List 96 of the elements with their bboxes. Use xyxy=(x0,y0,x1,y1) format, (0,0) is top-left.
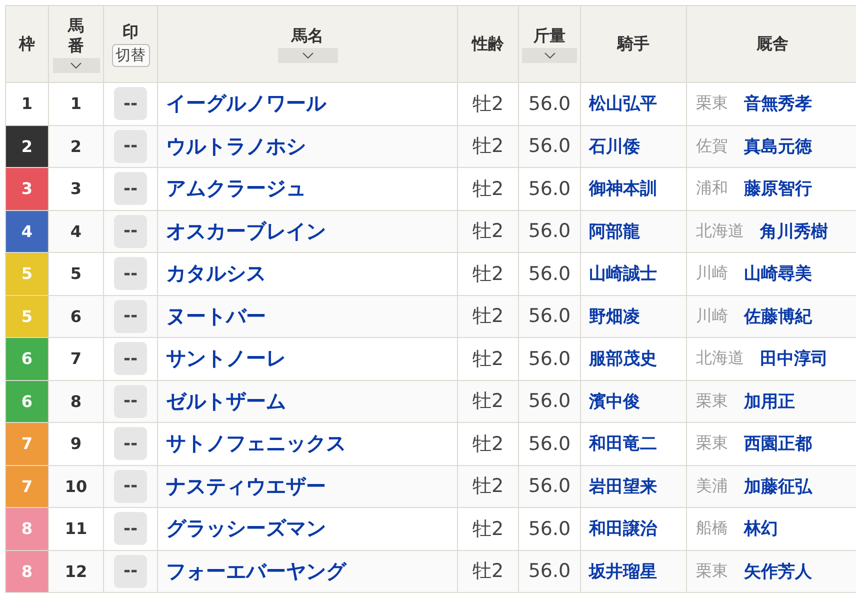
sex-age: 牡2 xyxy=(458,550,518,592)
frame-number: 1 xyxy=(6,82,48,125)
frame-number: 6 xyxy=(6,380,48,422)
trainer-name[interactable]: 音無秀孝 xyxy=(744,92,812,116)
sex-age: 牡2 xyxy=(458,252,518,295)
jockey-name[interactable]: 松山弘平 xyxy=(580,82,686,125)
sort-button[interactable] xyxy=(52,58,100,72)
trainer-name[interactable]: 加用正 xyxy=(744,390,795,413)
frame-number: 5 xyxy=(6,295,48,338)
sex-age: 牡2 xyxy=(458,338,518,380)
horse-number: 1 xyxy=(48,82,104,125)
column-header: 馬名 xyxy=(292,24,324,46)
horse-number: 9 xyxy=(48,422,104,465)
mark-button[interactable]: -- xyxy=(114,130,147,163)
horse-name[interactable]: サトノフェニックス xyxy=(158,422,458,465)
trainer-name[interactable]: 加藤征弘 xyxy=(744,474,812,498)
mark-button[interactable]: -- xyxy=(114,427,147,460)
mark-button[interactable]: -- xyxy=(114,172,147,206)
horse-number: 5 xyxy=(48,252,104,295)
jockey-name[interactable]: 坂井瑠星 xyxy=(580,550,686,592)
weight: 56.0 xyxy=(518,508,580,550)
sex-age: 牡2 xyxy=(458,422,518,465)
weight: 56.0 xyxy=(518,338,580,380)
horse-name[interactable]: グラッシーズマン xyxy=(158,508,458,550)
mark-button[interactable]: -- xyxy=(114,554,147,588)
trainer-name[interactable]: 西園正都 xyxy=(744,432,812,456)
trainer-region: 栗東 xyxy=(696,390,728,412)
frame-number: 2 xyxy=(6,125,48,168)
column-header: 斤量 xyxy=(534,24,566,46)
frame-number: 5 xyxy=(6,252,48,295)
weight: 56.0 xyxy=(518,550,580,592)
jockey-name[interactable]: 御神本訓 xyxy=(580,168,686,210)
trainer-name[interactable]: 藤原智行 xyxy=(744,177,812,200)
trainer-region: 栗東 xyxy=(696,560,728,582)
mark-button[interactable]: -- xyxy=(114,470,147,503)
horse-name[interactable]: サントノーレ xyxy=(158,338,458,380)
trainer-name[interactable]: 田中淳司 xyxy=(760,347,828,370)
trainer-name[interactable]: 林幻 xyxy=(744,517,778,540)
caret-icon xyxy=(70,62,82,68)
mark-button[interactable]: -- xyxy=(114,512,147,546)
mark-button[interactable]: -- xyxy=(114,300,147,333)
trainer-name[interactable]: 佐藤博紀 xyxy=(744,304,812,328)
jockey-name[interactable]: 服部茂史 xyxy=(580,338,686,380)
frame-number: 7 xyxy=(6,465,48,508)
trainer-name[interactable]: 山崎尋美 xyxy=(744,262,812,286)
column-header: 性齢 xyxy=(472,33,504,55)
column-header: 枠 xyxy=(19,33,35,55)
horse-number: 7 xyxy=(48,338,104,380)
frame-number: 7 xyxy=(6,422,48,465)
mark-button[interactable]: -- xyxy=(114,384,147,418)
trainer-name[interactable]: 角川秀樹 xyxy=(760,220,828,243)
toggle-button[interactable]: 切替 xyxy=(112,44,150,68)
column-header: 印 xyxy=(122,20,138,42)
column-header: 馬番 xyxy=(68,16,84,56)
weight: 56.0 xyxy=(518,252,580,295)
frame-number: 8 xyxy=(6,550,48,592)
trainer-region: 川崎 xyxy=(696,306,728,327)
trainer-name[interactable]: 真島元徳 xyxy=(744,134,812,158)
mark-button[interactable]: -- xyxy=(114,87,147,120)
jockey-name[interactable]: 和田譲治 xyxy=(580,508,686,550)
weight: 56.0 xyxy=(518,422,580,465)
weight: 56.0 xyxy=(518,168,580,210)
trainer-region: 船橋 xyxy=(696,518,728,540)
trainer-region: 栗東 xyxy=(696,433,728,454)
frame-number: 3 xyxy=(6,168,48,210)
trainer-region: 佐賀 xyxy=(696,136,728,157)
trainer-region: 浦和 xyxy=(696,178,728,200)
jockey-name[interactable]: 山崎誠士 xyxy=(580,252,686,295)
trainer-region: 北海道 xyxy=(696,220,744,242)
trainer-region: 北海道 xyxy=(696,348,744,370)
column-header: 騎手 xyxy=(618,33,650,55)
frame-number: 8 xyxy=(6,508,48,550)
mark-button[interactable]: -- xyxy=(114,214,147,248)
trainer-region: 栗東 xyxy=(696,93,728,114)
horse-name[interactable]: フォーエバーヤング xyxy=(158,550,458,592)
horse-name[interactable]: イーグルノワール xyxy=(158,82,458,125)
sex-age: 牡2 xyxy=(458,168,518,210)
sex-age: 牡2 xyxy=(458,82,518,125)
trainer-region: 川崎 xyxy=(696,263,728,284)
caret-icon xyxy=(302,52,314,60)
frame-number: 6 xyxy=(6,338,48,380)
horse-number: 11 xyxy=(48,508,104,550)
column-header: 厩舎 xyxy=(756,33,788,55)
jockey-name[interactable]: 和田竜二 xyxy=(580,422,686,465)
caret-icon xyxy=(544,52,556,60)
horse-name[interactable]: カタルシス xyxy=(158,252,458,295)
horse-name[interactable]: アムクラージュ xyxy=(158,168,458,210)
sex-age: 牡2 xyxy=(458,508,518,550)
trainer-name[interactable]: 矢作芳人 xyxy=(744,560,812,583)
mark-button[interactable]: -- xyxy=(114,342,147,376)
trainer-region: 美浦 xyxy=(696,476,728,497)
mark-button[interactable]: -- xyxy=(114,257,147,290)
weight: 56.0 xyxy=(518,82,580,125)
horse-number: 3 xyxy=(48,168,104,210)
horse-number: 12 xyxy=(48,550,104,592)
frame-number: 4 xyxy=(6,210,48,252)
